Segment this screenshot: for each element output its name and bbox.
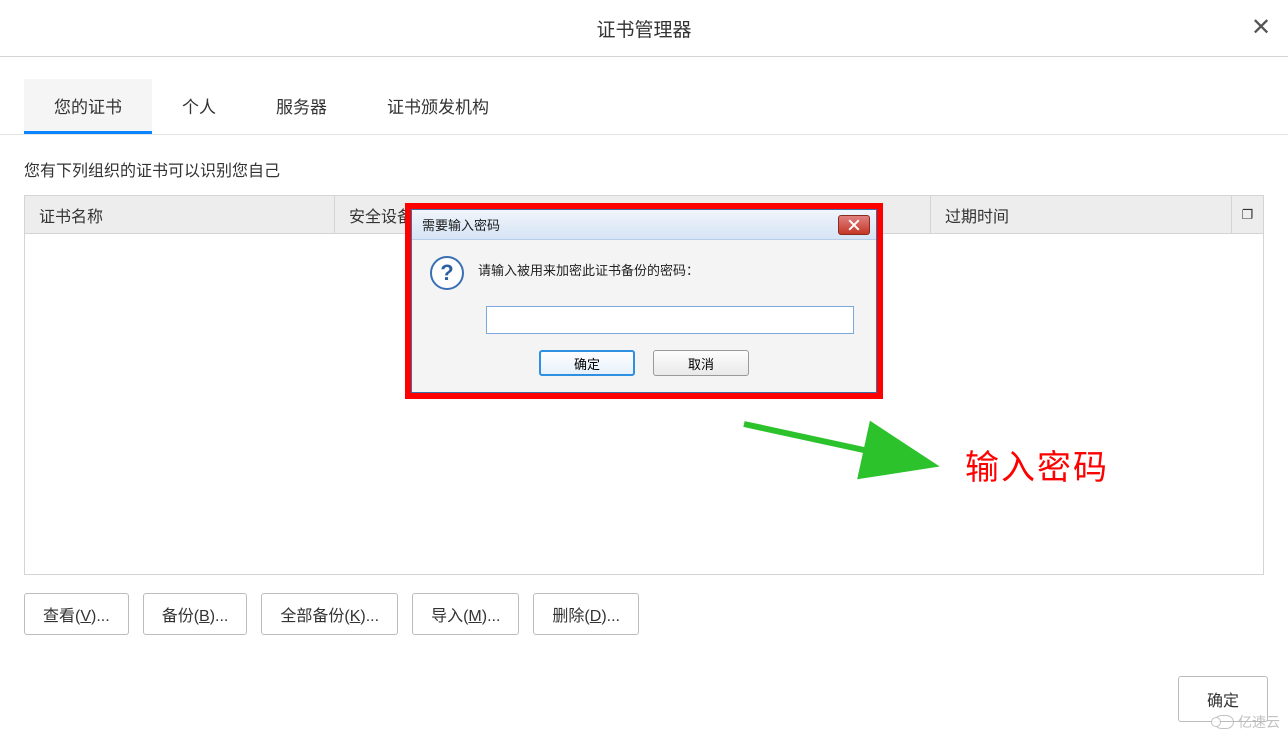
dialog-body: ? 请输入被用来加密此证书备份的密码： 确定 取消 — [412, 240, 876, 392]
import-button[interactable]: 导入(M)... — [412, 593, 519, 635]
delete-button[interactable]: 删除(D)... — [533, 593, 639, 635]
tab-personal[interactable]: 个人 — [152, 79, 246, 134]
window-title: 证书管理器 — [596, 15, 691, 42]
close-icon — [848, 219, 860, 231]
annotation-highlight-box: 需要输入密码 ? 请输入被用来加密此证书备份的密码： 确定 取消 — [405, 203, 883, 399]
annotation-arrow — [740, 416, 950, 486]
dialog-message: 请输入被用来加密此证书备份的密码： — [478, 256, 699, 279]
password-dialog: 需要输入密码 ? 请输入被用来加密此证书备份的密码： 确定 取消 — [411, 209, 877, 393]
close-icon[interactable]: ✕ — [1246, 12, 1276, 42]
window-header: 证书管理器 ✕ — [0, 0, 1288, 57]
tab-description: 您有下列组织的证书可以识别您自己 — [0, 135, 1288, 195]
dialog-title: 需要输入密码 — [422, 215, 500, 234]
watermark-icon — [1214, 715, 1234, 729]
column-expires[interactable]: 过期时间 — [931, 196, 1231, 233]
question-icon: ? — [430, 256, 464, 290]
backup-button[interactable]: 备份(B)... — [143, 593, 248, 635]
dialog-titlebar[interactable]: 需要输入密码 — [412, 210, 876, 240]
tab-authorities[interactable]: 证书颁发机构 — [357, 79, 519, 134]
column-cert-name[interactable]: 证书名称 — [25, 196, 335, 233]
watermark-text: 亿速云 — [1238, 712, 1280, 732]
annotation-text: 输入密码 — [965, 440, 1109, 489]
column-picker-icon: ❐ — [1242, 207, 1254, 223]
column-picker-button[interactable]: ❐ — [1231, 196, 1263, 233]
dialog-close-button[interactable] — [838, 215, 870, 235]
view-button[interactable]: 查看(V)... — [24, 593, 129, 635]
tab-your-certs[interactable]: 您的证书 — [24, 79, 152, 134]
backup-all-button[interactable]: 全部备份(K)... — [261, 593, 398, 635]
dialog-ok-button[interactable]: 确定 — [539, 350, 635, 376]
dialog-cancel-button[interactable]: 取消 — [653, 350, 749, 376]
password-input[interactable] — [486, 306, 854, 334]
action-bar: 查看(V)... 备份(B)... 全部备份(K)... 导入(M)... 删除… — [0, 575, 1288, 653]
tab-bar: 您的证书 个人 服务器 证书颁发机构 — [0, 79, 1288, 135]
tab-servers[interactable]: 服务器 — [246, 79, 357, 134]
watermark: 亿速云 — [1214, 712, 1280, 732]
